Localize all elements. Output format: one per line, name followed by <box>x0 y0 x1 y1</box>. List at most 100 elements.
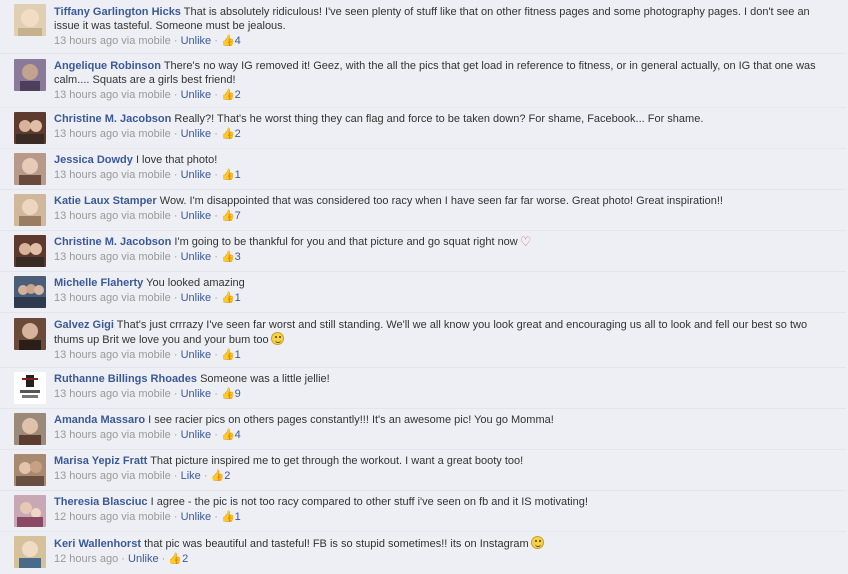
comment-time[interactable]: 13 hours ago via mobile <box>54 429 171 441</box>
unlike-link[interactable]: Unlike <box>128 553 159 565</box>
thumbs-up-icon: 👍 <box>220 349 235 361</box>
comment-time[interactable]: 13 hours ago via mobile <box>54 89 171 101</box>
avatar[interactable] <box>14 276 46 308</box>
comment-text: There's no way IG removed it! Geez, with… <box>54 60 816 86</box>
unlike-link[interactable]: Unlike <box>181 210 212 222</box>
unlike-link[interactable]: Unlike <box>181 292 212 304</box>
comment-text: That picture inspired me to get through … <box>150 455 524 467</box>
comment-text: Really?! That's he worst thing they can … <box>174 113 704 125</box>
comment-body: Marisa Yepiz Fratt That picture inspired… <box>54 454 834 483</box>
comment-author[interactable]: Tiffany Garlington Hicks <box>54 6 181 18</box>
avatar[interactable] <box>14 495 46 527</box>
avatar[interactable] <box>14 454 46 486</box>
comment-author[interactable]: Christine M. Jacobson <box>54 236 171 248</box>
avatar[interactable] <box>14 112 46 144</box>
unlike-link[interactable]: Unlike <box>181 388 212 400</box>
comment: Christine M. Jacobson Really?! That's he… <box>0 108 846 149</box>
thumbs-up-icon: 👍 <box>220 511 235 523</box>
comment-time[interactable]: 13 hours ago via mobile <box>54 349 171 361</box>
thumbs-up-icon: 👍 <box>220 210 235 222</box>
comment-time[interactable]: 13 hours ago via mobile <box>54 388 171 400</box>
like-count[interactable]: 👍1 <box>221 169 241 181</box>
comment: Katie Laux Stamper Wow. I'm disappointed… <box>0 190 846 231</box>
avatar[interactable] <box>14 318 46 350</box>
comment-author[interactable]: Keri Wallenhorst <box>54 538 141 550</box>
unlike-link[interactable]: Unlike <box>181 169 212 181</box>
avatar[interactable] <box>14 194 46 226</box>
comment-author[interactable]: Christine M. Jacobson <box>54 113 171 125</box>
comment: Jessica Dowdy I love that photo! 13 hour… <box>0 149 846 190</box>
unlike-link[interactable]: Unlike <box>181 429 212 441</box>
comment-time[interactable]: 13 hours ago via mobile <box>54 35 171 47</box>
comment-time[interactable]: 13 hours ago via mobile <box>54 470 171 482</box>
comment-author[interactable]: Galvez Gigi <box>54 319 114 331</box>
comment-author[interactable]: Michelle Flaherty <box>54 277 143 289</box>
comment-body: Galvez Gigi That's just crrrazy I've see… <box>54 318 834 362</box>
comment-time[interactable]: 13 hours ago via mobile <box>54 128 171 140</box>
comment-meta: 13 hours ago via mobile · Unlike · 👍2 <box>54 89 241 101</box>
like-count[interactable]: 👍1 <box>221 292 241 304</box>
like-link[interactable]: Like <box>181 470 201 482</box>
like-count[interactable]: 👍9 <box>221 388 241 400</box>
comment-body: Amanda Massaro I see racier pics on othe… <box>54 413 834 442</box>
comment-author[interactable]: Jessica Dowdy <box>54 154 133 166</box>
avatar[interactable] <box>14 153 46 185</box>
comment-time[interactable]: 12 hours ago <box>54 553 118 565</box>
comment-time[interactable]: 13 hours ago via mobile <box>54 251 171 263</box>
comment: Galvez Gigi That's just crrrazy I've see… <box>0 313 846 368</box>
thumbs-up-icon: 👍 <box>220 128 235 140</box>
like-count[interactable]: 👍1 <box>221 349 241 361</box>
comment-author[interactable]: Theresia Blasciuc <box>54 496 148 508</box>
unlike-link[interactable]: Unlike <box>181 251 212 263</box>
like-count[interactable]: 👍2 <box>221 128 241 140</box>
comment: Ruthanne Billings Rhoades Someone was a … <box>0 368 846 409</box>
like-count[interactable]: 👍4 <box>221 429 241 441</box>
smile-emoji-icon <box>530 536 544 549</box>
comment-author[interactable]: Ruthanne Billings Rhoades <box>54 373 197 385</box>
comment-time[interactable]: 13 hours ago via mobile <box>54 210 171 222</box>
like-count[interactable]: 👍1 <box>221 511 241 523</box>
unlike-link[interactable]: Unlike <box>181 35 212 47</box>
comment-body: Ruthanne Billings Rhoades Someone was a … <box>54 372 834 401</box>
like-count[interactable]: 👍2 <box>168 553 188 565</box>
thumbs-up-icon: 👍 <box>220 169 235 181</box>
avatar[interactable] <box>14 59 46 91</box>
avatar[interactable] <box>14 4 46 36</box>
comment-body: Theresia Blasciuc I agree - the pic is n… <box>54 495 834 524</box>
comment-author[interactable]: Angelique Robinson <box>54 60 161 72</box>
comment-time[interactable]: 12 hours ago via mobile <box>54 511 171 523</box>
unlike-link[interactable]: Unlike <box>181 511 212 523</box>
thumbs-up-icon: 👍 <box>220 388 235 400</box>
like-count[interactable]: 👍3 <box>221 251 241 263</box>
comment-text: Someone was a little jellie! <box>200 373 330 385</box>
unlike-link[interactable]: Unlike <box>181 128 212 140</box>
comment-time[interactable]: 13 hours ago via mobile <box>54 169 171 181</box>
comment-text: Wow. I'm disappointed that was considere… <box>159 195 723 207</box>
avatar[interactable] <box>14 235 46 267</box>
comment-meta: 13 hours ago via mobile · Unlike · 👍2 <box>54 128 241 140</box>
avatar[interactable] <box>14 536 46 568</box>
comment: Theresia Blasciuc I agree - the pic is n… <box>0 491 846 532</box>
like-count[interactable]: 👍2 <box>221 89 241 101</box>
comment-meta: 13 hours ago via mobile · Unlike · 👍1 <box>54 349 241 361</box>
thumbs-up-icon: 👍 <box>220 429 235 441</box>
comment-meta: 12 hours ago via mobile · Unlike · 👍1 <box>54 511 241 523</box>
like-count[interactable]: 👍2 <box>211 470 231 482</box>
unlike-link[interactable]: Unlike <box>181 349 212 361</box>
like-count[interactable]: 👍4 <box>221 35 241 47</box>
thumbs-up-icon: 👍 <box>220 89 235 101</box>
comment-author[interactable]: Amanda Massaro <box>54 414 145 426</box>
comment: Keri Wallenhorst that pic was beautiful … <box>0 532 846 574</box>
avatar[interactable] <box>14 372 46 404</box>
comment-text: That's just crrrazy I've seen far worst … <box>54 319 808 346</box>
comment-text: I'm going to be thankful for you and tha… <box>174 236 518 248</box>
unlike-link[interactable]: Unlike <box>181 89 212 101</box>
comment-time[interactable]: 13 hours ago via mobile <box>54 292 171 304</box>
comment: Michelle Flaherty You looked amazing 13 … <box>0 272 846 313</box>
comment: Tiffany Garlington Hicks That is absolut… <box>0 0 846 54</box>
like-count[interactable]: 👍7 <box>221 210 241 222</box>
comment: Marisa Yepiz Fratt That picture inspired… <box>0 450 846 491</box>
avatar[interactable] <box>14 413 46 445</box>
comment-author[interactable]: Katie Laux Stamper <box>54 195 157 207</box>
comment-author[interactable]: Marisa Yepiz Fratt <box>54 455 147 467</box>
